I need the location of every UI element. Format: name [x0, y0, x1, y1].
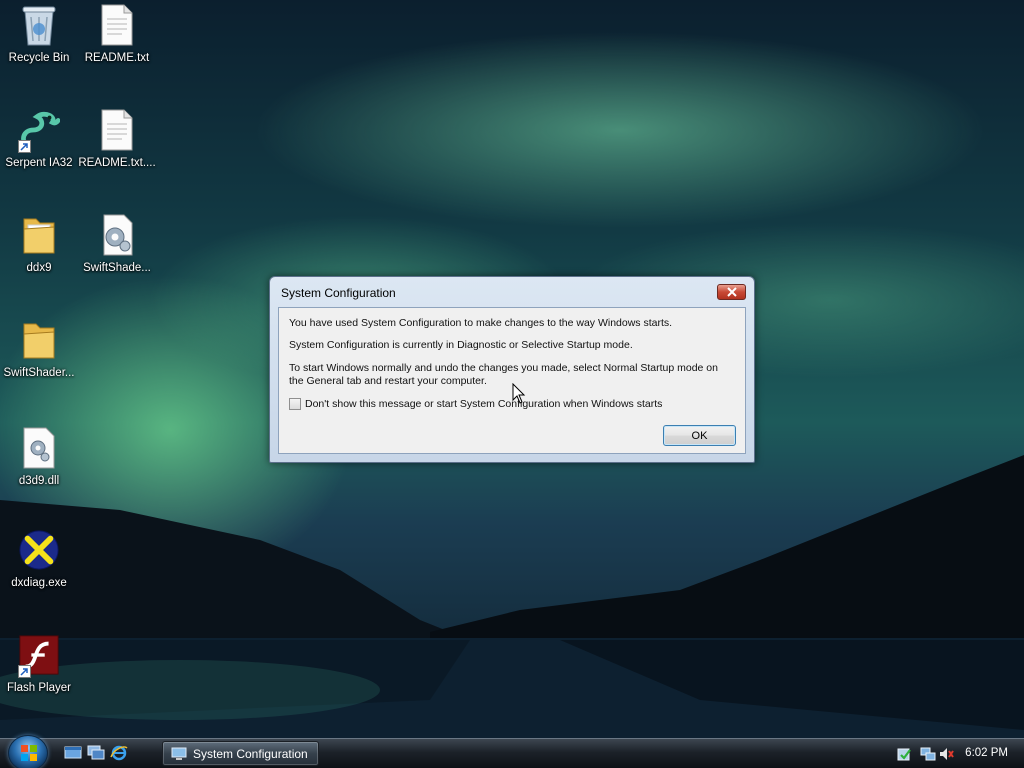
desktop-icon-serpent[interactable]: Serpent IA32 [0, 107, 78, 195]
close-icon [726, 287, 737, 297]
dialog-titlebar[interactable]: System Configuration [270, 277, 754, 307]
dll-file-icon [18, 425, 60, 471]
flash-player-icon [18, 632, 60, 678]
desktop-icon-dxdiag[interactable]: dxdiag.exe [0, 527, 78, 615]
desktop-icon-label: ddx9 [26, 262, 52, 274]
desktop-icon-label: SwiftShade... [83, 262, 151, 274]
desktop-icon-label: dxdiag.exe [11, 577, 67, 589]
desktop-icon-label: SwiftShader... [3, 367, 75, 379]
desktop-icon-swiftshader-folder[interactable]: SwiftShader... [0, 317, 78, 405]
dialog-body: You have used System Configuration to ma… [278, 307, 746, 454]
dialog-title: System Configuration [281, 286, 396, 300]
show-desktop-icon [64, 746, 82, 759]
internet-explorer-button[interactable] [110, 745, 128, 761]
desktop-icon-label: README.txt.... [78, 157, 156, 169]
message-changes: You have used System Configuration to ma… [289, 317, 673, 329]
desktop-icon-recycle-bin[interactable]: Recycle Bin [0, 2, 78, 90]
switch-windows-icon [87, 745, 105, 760]
internet-explorer-icon [110, 745, 128, 761]
clock[interactable]: 6:02 PM [965, 747, 1008, 759]
dont-show-checkbox-label[interactable]: Don't show this message or start System … [305, 398, 662, 410]
close-button[interactable] [717, 284, 746, 300]
recycle-bin-icon [18, 2, 60, 48]
system-tray: 6:02 PM [884, 739, 1024, 768]
desktop-icon-label: README.txt [84, 52, 150, 64]
mouse-cursor-icon [512, 383, 526, 404]
network-icon[interactable] [920, 746, 936, 762]
desktop-icon-flash-player[interactable]: Flash Player [0, 632, 78, 720]
volume-muted-icon[interactable] [938, 746, 954, 762]
text-file-icon [96, 107, 138, 153]
desktop-icon-label: Serpent IA32 [5, 157, 73, 169]
shortcut-arrow-icon [18, 140, 31, 153]
system-configuration-icon [171, 747, 187, 760]
desktop-icon-ddx9[interactable]: ddx9 [0, 212, 78, 300]
desktop-icon-readme[interactable]: README.txt [78, 2, 156, 90]
taskbar-button-label: System Configuration [193, 746, 308, 761]
switch-windows-button[interactable] [87, 745, 105, 761]
desktop-icon-d3d9-dll[interactable]: d3d9.dll [0, 425, 78, 513]
folder-icon [18, 212, 60, 258]
ok-button[interactable]: OK [663, 425, 736, 446]
system-configuration-dialog: System Configuration You have used Syste… [269, 276, 755, 463]
message-startup-mode: System Configuration is currently in Dia… [289, 339, 633, 351]
dont-show-checkbox[interactable] [289, 398, 301, 410]
dont-show-checkbox-row[interactable]: Don't show this message or start System … [289, 398, 662, 410]
show-desktop-button[interactable] [64, 745, 82, 761]
message-instructions-line2: the General tab and restart your compute… [289, 375, 487, 387]
start-button[interactable] [8, 735, 48, 768]
serpent-icon [18, 107, 60, 153]
desktop-icon-label: d3d9.dll [18, 475, 60, 487]
security-center-icon[interactable] [896, 746, 912, 762]
message-instructions-line1: To start Windows normally and undo the c… [289, 362, 718, 374]
desktop-icon-swiftshader-file[interactable]: SwiftShade... [78, 212, 156, 300]
windows-logo-icon [21, 745, 37, 761]
shortcut-arrow-icon [18, 665, 31, 678]
settings-file-icon [96, 212, 138, 258]
desktop-icon-label: Recycle Bin [8, 52, 70, 64]
folder-icon [18, 317, 60, 363]
taskbar: System Configuration 6:02 PM [0, 735, 1024, 768]
dxdiag-icon [18, 527, 60, 573]
text-file-icon [96, 2, 138, 48]
desktop-icon-readme-2[interactable]: README.txt.... [78, 107, 156, 195]
desktop-icon-label: Flash Player [7, 682, 71, 694]
taskbar-system-configuration[interactable]: System Configuration [162, 741, 319, 766]
